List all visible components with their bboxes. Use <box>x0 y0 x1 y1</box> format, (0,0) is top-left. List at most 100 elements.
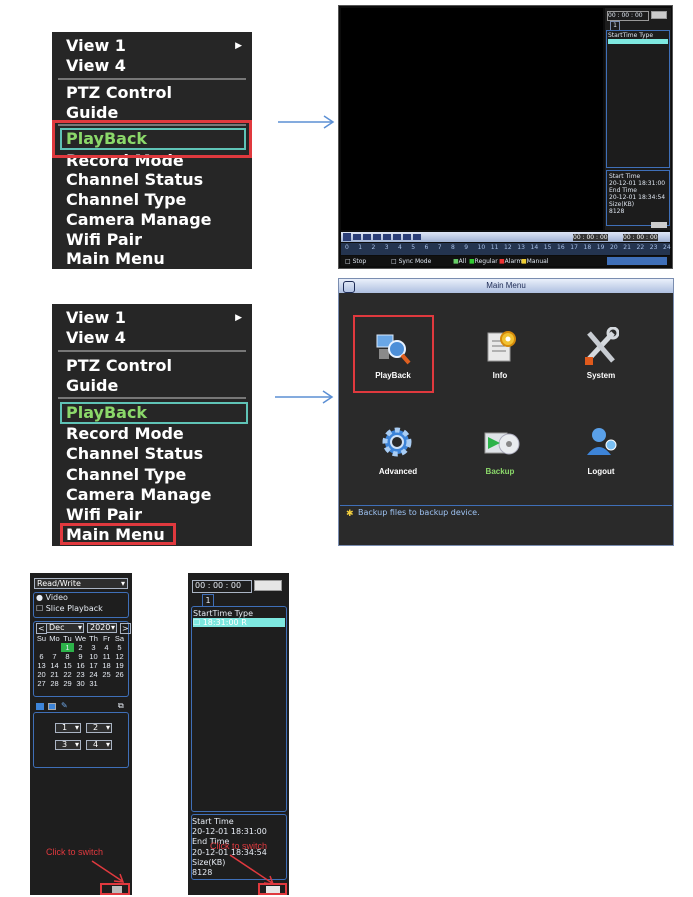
calendar-day[interactable]: 29 <box>61 679 74 688</box>
calendar-day[interactable]: 24 <box>87 670 100 679</box>
calendar-day[interactable]: 10 <box>87 652 100 661</box>
calendar-day[interactable]: 5 <box>113 643 126 652</box>
menu-item-channel-status[interactable]: Channel Status <box>66 445 203 463</box>
system-tile[interactable]: System <box>561 315 641 393</box>
menu-item-view4[interactable]: View 4 <box>66 57 126 75</box>
list-row[interactable]: ☐ 18:31:00 R <box>193 618 285 627</box>
zoom-buttons[interactable] <box>607 257 667 265</box>
stop-check[interactable]: □ Stop <box>345 258 366 265</box>
next-file-icon[interactable] <box>413 234 421 240</box>
channel-select-3[interactable]: 3 ▾ <box>55 740 81 750</box>
backup-tile[interactable]: Backup <box>460 421 540 481</box>
menu-item-ptz-control[interactable]: PTZ Control <box>66 84 172 102</box>
calendar-day[interactable]: 31 <box>87 679 100 688</box>
calendar-day[interactable]: 18 <box>100 661 113 670</box>
switch-button[interactable] <box>266 886 280 893</box>
logout-tile[interactable]: Logout <box>561 421 641 481</box>
calendar-day[interactable]: 4 <box>100 643 113 652</box>
calendar-day[interactable]: 27 <box>35 679 48 688</box>
slow-icon[interactable] <box>363 234 371 240</box>
calendar-day <box>100 679 113 688</box>
timeline-tick-label: 1 <box>358 244 363 251</box>
window-title: Main Menu <box>339 279 673 293</box>
search-button[interactable] <box>254 580 282 591</box>
calendar-day[interactable]: 21 <box>48 670 61 679</box>
list-row[interactable] <box>608 39 668 44</box>
calendar-day[interactable]: 1 <box>61 643 74 652</box>
channel-select-2[interactable]: 2 ▾ <box>86 723 112 733</box>
menu-item-channel-type[interactable]: Channel Type <box>66 466 186 484</box>
month-select[interactable]: Dec ▾ <box>46 623 84 633</box>
menu-item-record-mode[interactable]: Record Mode <box>66 425 184 443</box>
next-month-button[interactable]: > <box>120 623 131 634</box>
calendar-day[interactable]: 6 <box>35 652 48 661</box>
menu-item-camera-manage[interactable]: Camera Manage <box>66 486 212 504</box>
sync-mode-check[interactable]: □ Sync Mode <box>391 258 431 265</box>
calendar-day[interactable]: 26 <box>113 670 126 679</box>
menu-item-channel-status[interactable]: Channel Status <box>66 171 203 189</box>
calendar-day[interactable]: 2 <box>74 643 87 652</box>
menu-item-main-menu[interactable]: Main Menu <box>66 250 165 268</box>
lightbulb-icon: ✱ <box>346 508 354 518</box>
calendar-day[interactable]: 9 <box>74 652 87 661</box>
timeline[interactable]: 0 1 2 3 4 5 6 7 8 9 10 11 12 13 14 15 16 17 18 19 20 21 22 23 24 <box>341 243 671 255</box>
calendar-day[interactable]: 8 <box>61 652 74 661</box>
menu-item-camera-manage[interactable]: Camera Manage <box>66 211 212 229</box>
menu-item-guide[interactable]: Guide <box>66 377 118 395</box>
calendar-day[interactable]: 13 <box>35 661 48 670</box>
calendar-day[interactable]: 28 <box>48 679 61 688</box>
info-line: 20-12-01 18:31:00 <box>609 180 666 187</box>
timeline-tick-label: 16 <box>557 244 565 251</box>
menu-item-wifi-pair[interactable]: Wifi Pair <box>66 506 142 524</box>
time-to: 00 : 00 : 00 <box>623 234 658 241</box>
calendar-day[interactable]: 3 <box>87 643 100 652</box>
prev-frame-icon[interactable] <box>383 234 391 240</box>
video-radio[interactable]: ● Video <box>36 593 68 602</box>
time-field[interactable]: 00 : 00 : 00 <box>192 580 252 593</box>
calendar-day[interactable]: 19 <box>113 661 126 670</box>
calendar-day[interactable]: 23 <box>74 670 87 679</box>
time-field[interactable]: 00 : 00 : 00 <box>607 11 649 21</box>
calendar-day[interactable]: 15 <box>61 661 74 670</box>
fast-icon[interactable] <box>373 234 381 240</box>
switch-button[interactable] <box>651 222 667 228</box>
timeline-tick-label: 23 <box>649 244 658 251</box>
menu-item-view1[interactable]: View 1 <box>66 309 126 327</box>
search-button[interactable] <box>651 11 667 19</box>
info-line: End Time <box>609 187 637 194</box>
menu-item-wifi-pair[interactable]: Wifi Pair <box>66 231 142 249</box>
window-icon[interactable]: ⧉ <box>118 701 124 711</box>
calendar-day[interactable]: 22 <box>61 670 74 679</box>
calendar-day[interactable]: 14 <box>48 661 61 670</box>
split-4-icon[interactable] <box>48 703 56 710</box>
year-select[interactable]: 2020 ▾ <box>87 623 117 633</box>
calendar-day[interactable]: 30 <box>74 679 87 688</box>
channel-select-4[interactable]: 4 ▾ <box>86 740 112 750</box>
switch-hint: Click to switch <box>46 847 104 857</box>
info-tile[interactable]: Info <box>460 315 540 393</box>
calendar-day[interactable]: 12 <box>113 652 126 661</box>
mode-select[interactable]: Read/Write ▾ <box>34 578 128 589</box>
play-icon[interactable] <box>343 233 351 241</box>
stop-icon[interactable] <box>353 234 361 240</box>
logout-user-icon <box>587 428 617 455</box>
menu-item-view1[interactable]: View 1 <box>66 37 126 55</box>
switch-button[interactable] <box>112 886 122 893</box>
menu-item-ptz-control[interactable]: PTZ Control <box>66 357 172 375</box>
next-frame-icon[interactable] <box>393 234 401 240</box>
slice-playback-check[interactable]: ☐ Slice Playback <box>36 604 103 613</box>
calendar-day[interactable]: 20 <box>35 670 48 679</box>
pen-icon[interactable]: ✎ <box>61 701 68 710</box>
calendar-day[interactable]: 11 <box>100 652 113 661</box>
split-1-icon[interactable] <box>36 703 44 710</box>
weekday-header: Tu <box>63 634 72 643</box>
calendar-day[interactable]: 25 <box>100 670 113 679</box>
calendar-day[interactable]: 16 <box>74 661 87 670</box>
menu-item-channel-type[interactable]: Channel Type <box>66 191 186 209</box>
calendar-day[interactable]: 7 <box>48 652 61 661</box>
prev-file-icon[interactable] <box>403 234 411 240</box>
channel-select-1[interactable]: 1 ▾ <box>55 723 81 733</box>
advanced-tile[interactable]: Advanced <box>358 421 438 481</box>
calendar-day[interactable]: 17 <box>87 661 100 670</box>
menu-item-view4[interactable]: View 4 <box>66 329 126 347</box>
